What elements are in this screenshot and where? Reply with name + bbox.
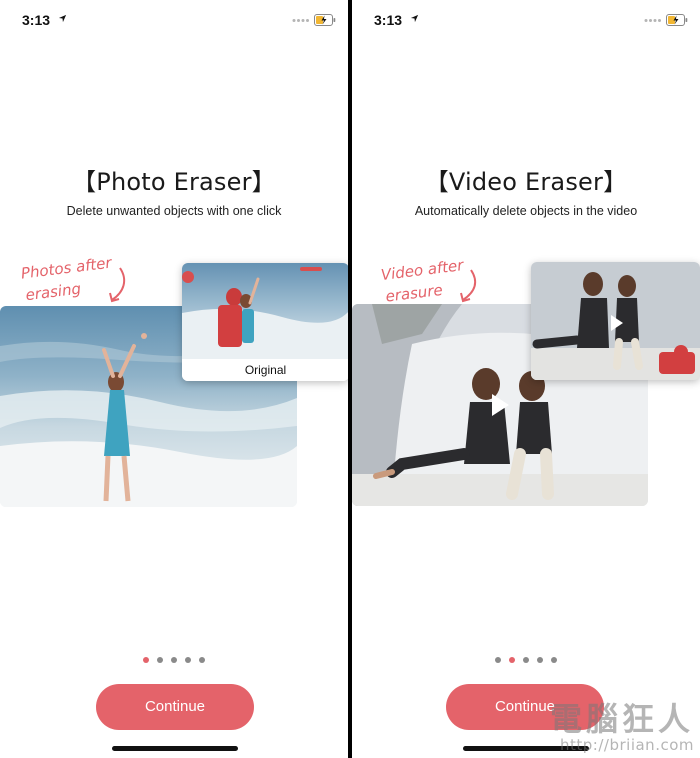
page-dot-5[interactable] <box>551 656 557 663</box>
location-arrow-icon <box>58 14 67 23</box>
curved-arrow-icon <box>109 267 126 303</box>
page-dot-3[interactable] <box>523 656 529 663</box>
continue-button[interactable]: Continue <box>96 684 254 730</box>
status-time: 3:13 <box>374 12 403 28</box>
curved-arrow-icon <box>460 269 477 303</box>
battery-charging-icon <box>666 14 688 26</box>
signal-dots-icon <box>292 19 309 22</box>
watermark-brand: 電腦狂人 <box>549 700 694 738</box>
home-indicator[interactable] <box>112 746 238 751</box>
page-indicator[interactable] <box>352 651 700 669</box>
status-time: 3:13 <box>22 12 51 28</box>
play-icon[interactable] <box>609 314 625 332</box>
battery-charging-icon <box>314 14 336 26</box>
page-dot-4[interactable] <box>537 656 543 663</box>
video-eraser-onboarding-screen: 3:13 【Video Eraser】 Automatically delete… <box>352 0 700 758</box>
page-dot-1[interactable] <box>495 656 501 663</box>
page-title: 【Video Eraser】 <box>424 168 628 196</box>
status-bar: 3:13 <box>0 0 348 40</box>
after-erasing-annotation: Photos after erasing <box>20 252 116 307</box>
signal-dots-icon <box>644 19 661 22</box>
page-dot-5[interactable] <box>199 656 205 663</box>
original-caption: Original <box>182 359 348 381</box>
page-dot-4[interactable] <box>185 656 191 663</box>
page-subtitle: Automatically delete objects in the vide… <box>414 204 638 218</box>
page-subtitle: Delete unwanted objects with one click <box>66 204 282 218</box>
site-watermark: 電腦狂人 http://briian.com <box>550 694 694 754</box>
page-indicator[interactable] <box>0 651 348 669</box>
page-dot-1[interactable] <box>143 656 149 663</box>
location-arrow-icon <box>410 14 419 23</box>
page-dot-2[interactable] <box>157 656 163 663</box>
page-title: 【Photo Eraser】 <box>72 168 276 196</box>
original-photo-card: Original <box>182 263 348 381</box>
photo-eraser-onboarding-screen: 3:13 【Photo Eraser】 Delete unwanted obje… <box>0 0 348 758</box>
watermark-url: http://briian.com <box>560 736 694 754</box>
original-beach-photo <box>182 263 348 359</box>
play-icon[interactable] <box>489 392 511 418</box>
page-dot-2[interactable] <box>509 656 515 663</box>
page-dot-3[interactable] <box>171 656 177 663</box>
status-bar: 3:13 <box>352 0 700 40</box>
